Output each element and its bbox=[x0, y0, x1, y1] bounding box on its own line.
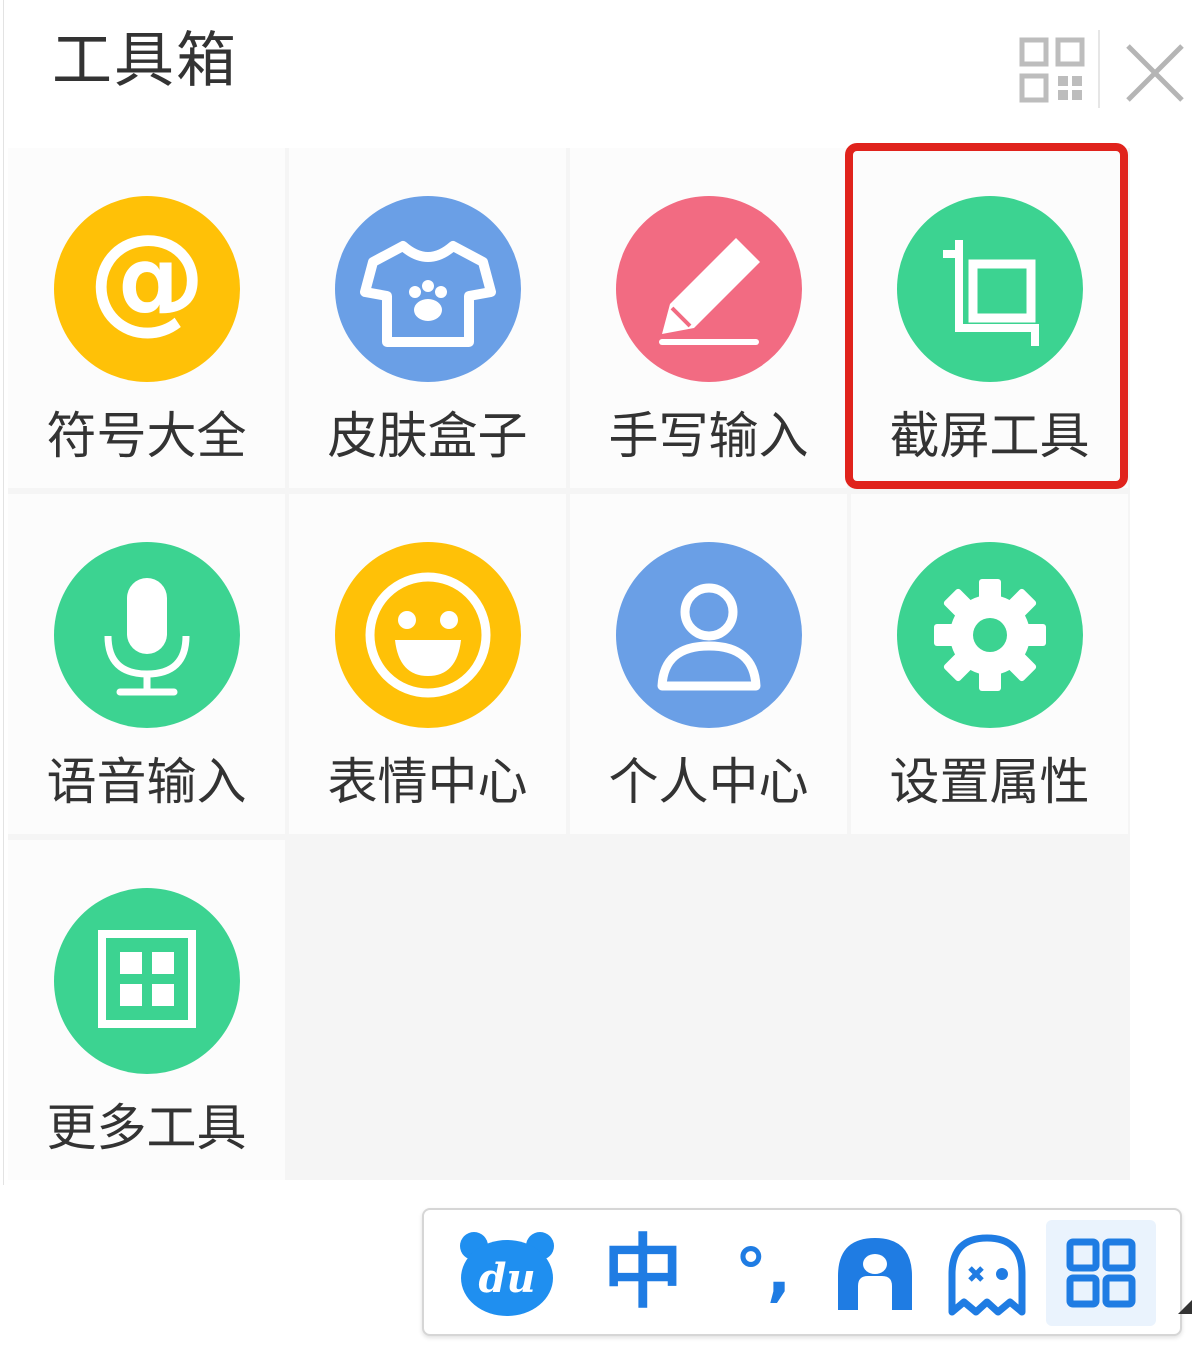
ime-status-bar: du 中 °, bbox=[422, 1208, 1182, 1336]
tool-tile-screenshot[interactable]: 截屏工具 bbox=[851, 148, 1128, 488]
toolbox-panel: 工具箱 @ 符号大全 皮肤盒子 手写输入 截屏工具 语音输入 表情中心 个人中心… bbox=[0, 0, 1200, 1346]
toolbox-grid-icon bbox=[1066, 1238, 1136, 1308]
tool-icon-circle bbox=[897, 542, 1083, 728]
tool-label: 截屏工具 bbox=[889, 407, 1090, 465]
layout-toggle-button[interactable] bbox=[1012, 30, 1092, 110]
baidu-logo-text: du bbox=[478, 1255, 535, 1302]
panel-edge bbox=[3, 0, 4, 1185]
tool-label: 语音输入 bbox=[46, 753, 247, 811]
skin-icon bbox=[838, 1238, 912, 1310]
tool-label: 表情中心 bbox=[327, 753, 528, 811]
language-mode-label: 中 bbox=[603, 1226, 683, 1319]
tool-label: 符号大全 bbox=[46, 407, 247, 465]
crop-icon bbox=[943, 240, 1039, 346]
tool-icon-circle bbox=[54, 542, 240, 728]
toolbox-button[interactable] bbox=[1046, 1220, 1156, 1326]
tool-icon-circle: @ bbox=[54, 196, 240, 382]
tool-tile-voice-input[interactable]: 语音输入 bbox=[8, 494, 285, 834]
tool-label: 个人中心 bbox=[608, 753, 809, 811]
pencil-icon bbox=[659, 238, 760, 345]
resize-corner bbox=[1178, 1300, 1192, 1314]
tool-tile-skin-box[interactable]: 皮肤盒子 bbox=[289, 148, 566, 488]
tool-icon-circle bbox=[335, 196, 521, 382]
emoji-ghost-icon bbox=[948, 1234, 1026, 1316]
close-button[interactable] bbox=[1118, 36, 1192, 110]
emoji-button[interactable] bbox=[932, 1220, 1042, 1326]
grid-layout-icon bbox=[1019, 37, 1085, 103]
tool-icon-circle bbox=[616, 542, 802, 728]
svg-text:@: @ bbox=[88, 208, 206, 346]
smiley-face-icon bbox=[365, 572, 491, 698]
more-grid-icon bbox=[98, 930, 196, 1028]
close-icon bbox=[1126, 44, 1184, 102]
tool-tile-emoji-center[interactable]: 表情中心 bbox=[289, 494, 566, 834]
tool-icon-circle bbox=[54, 888, 240, 1074]
tool-label: 皮肤盒子 bbox=[327, 407, 528, 465]
tool-icon-circle bbox=[335, 542, 521, 728]
tool-grid: @ 符号大全 皮肤盒子 手写输入 截屏工具 语音输入 表情中心 个人中心 设置属… bbox=[8, 148, 1130, 1180]
gear-icon bbox=[934, 579, 1046, 691]
user-icon bbox=[657, 583, 761, 691]
punctuation-mode-label: °, bbox=[734, 1236, 792, 1310]
tool-label: 更多工具 bbox=[46, 1099, 247, 1157]
baidu-logo-button[interactable]: du bbox=[452, 1220, 562, 1326]
tool-label: 手写输入 bbox=[608, 407, 809, 465]
baidu-du-logo-icon: du bbox=[460, 1232, 554, 1316]
tool-tile-symbols[interactable]: @ 符号大全 bbox=[8, 148, 285, 488]
tool-tile-personal-center[interactable]: 个人中心 bbox=[570, 494, 847, 834]
punctuation-toggle[interactable]: °, bbox=[708, 1220, 818, 1326]
t-shirt-paw-icon bbox=[360, 241, 496, 347]
tool-tile-more-tools[interactable]: 更多工具 bbox=[8, 840, 285, 1180]
microphone-icon bbox=[104, 578, 190, 696]
header-divider bbox=[1098, 30, 1100, 108]
tool-tile-settings[interactable]: 设置属性 bbox=[851, 494, 1128, 834]
skin-button[interactable] bbox=[820, 1220, 930, 1326]
chinese-english-toggle[interactable]: 中 bbox=[588, 1220, 698, 1326]
tool-icon-circle bbox=[897, 196, 1083, 382]
at-sign-icon: @ bbox=[88, 208, 206, 346]
tool-tile-handwriting[interactable]: 手写输入 bbox=[570, 148, 847, 488]
tool-icon-circle bbox=[616, 196, 802, 382]
panel-title: 工具箱 bbox=[52, 26, 238, 96]
tool-label: 设置属性 bbox=[889, 753, 1090, 811]
